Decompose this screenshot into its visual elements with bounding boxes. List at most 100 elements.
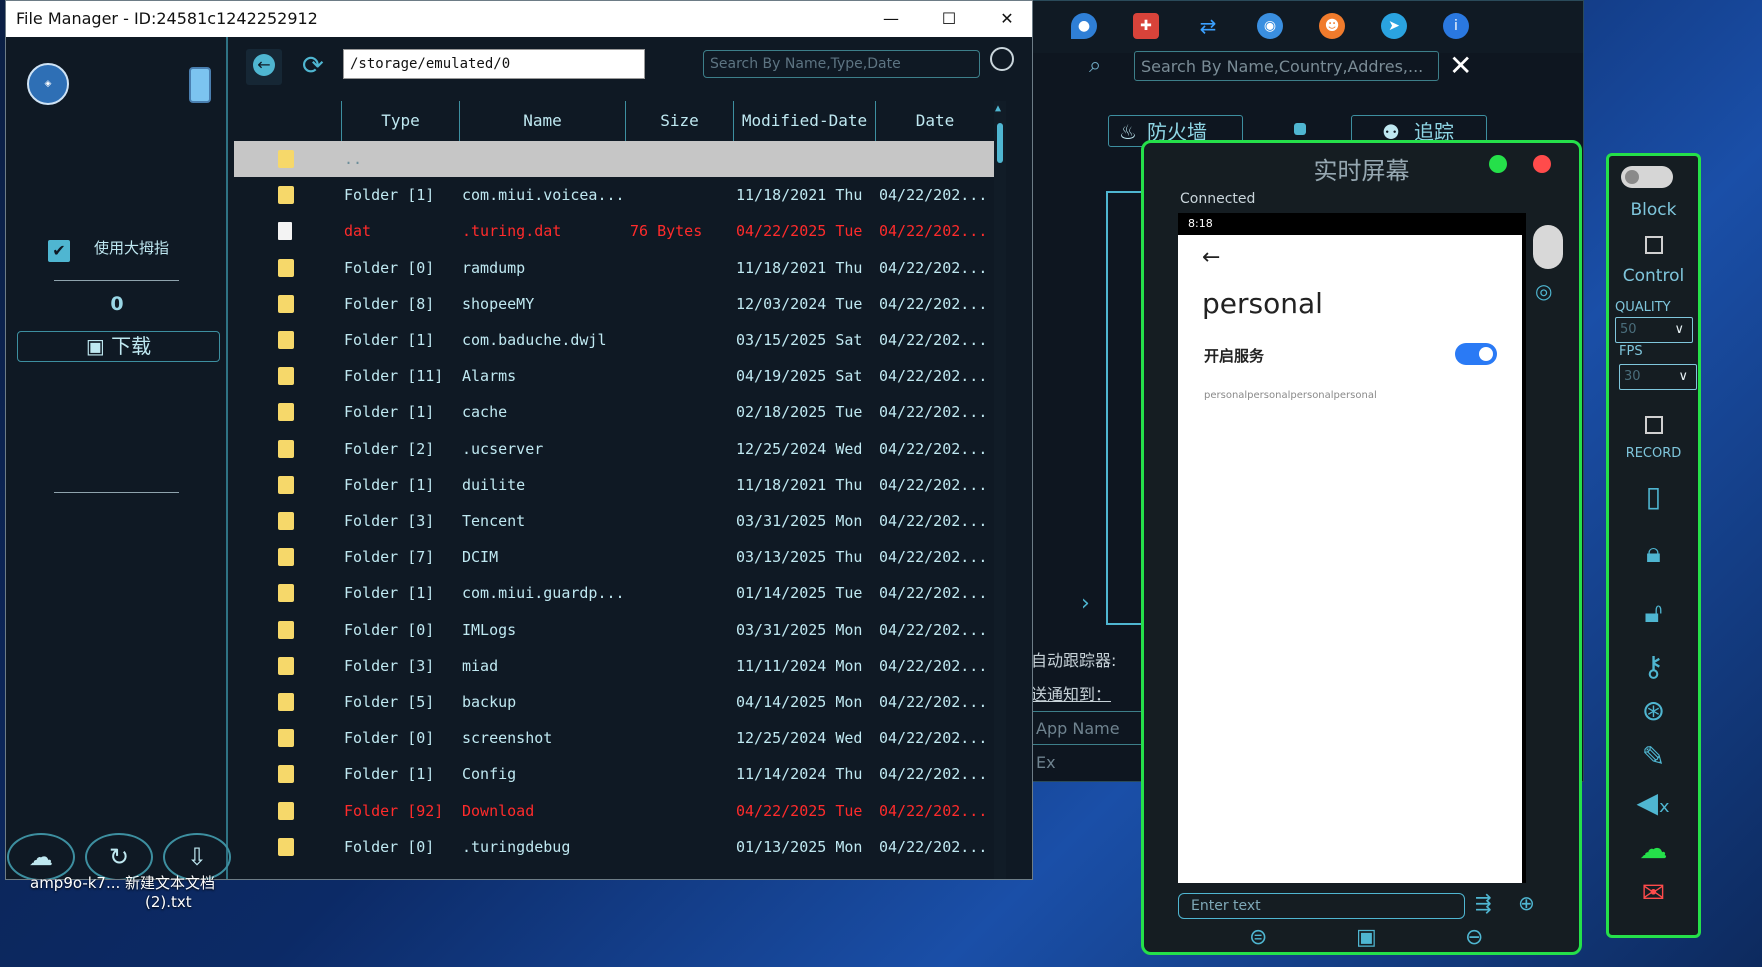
cell-date: 04/22/202...	[879, 837, 988, 856]
quality-value: 50	[1620, 322, 1637, 337]
record-label: RECORD	[1625, 446, 1682, 461]
expand-chevron-icon[interactable]: ›	[1081, 591, 1090, 616]
wechat-icon[interactable]: ☁	[1609, 832, 1698, 865]
send-icon[interactable]: ⇶	[1475, 891, 1492, 915]
shield-icon[interactable]: ✚	[1133, 13, 1159, 39]
maximize-dot-button[interactable]	[1489, 155, 1507, 173]
file-icon	[278, 222, 292, 241]
reload-icon[interactable]: ⟳	[302, 51, 324, 81]
back-button[interactable]: ←	[246, 49, 282, 85]
column-header-name[interactable]: Name	[459, 101, 625, 141]
app-name-input[interactable]: App Name Ex	[1031, 711, 1143, 772]
use-big-thumb-checkbox[interactable]: ✔	[48, 240, 70, 262]
table-row[interactable]: Folder [1] Config 11/14/2024 Thu 04/22/202.…	[234, 756, 994, 792]
table-row[interactable]: Folder [3] miad 11/11/2024 Mon 04/22/202...	[234, 648, 994, 684]
quality-select[interactable]: 50 ∨	[1615, 317, 1693, 343]
table-row[interactable]: Folder [11] Alarms 04/19/2025 Sat 04/22/202…	[234, 358, 994, 394]
location-icon[interactable]: ●	[1071, 13, 1097, 39]
phone-time: 8:18	[1188, 217, 1213, 230]
maximize-button[interactable]: ☐	[937, 7, 961, 31]
column-header-type[interactable]: Type	[341, 101, 459, 141]
table-row[interactable]: Folder [1] com.baduche.dwjl 03/15/2025 Sat…	[234, 322, 994, 358]
column-header-modified-date[interactable]: Modified-Date	[733, 101, 875, 141]
record-dot-icon[interactable]: ◎	[1535, 279, 1552, 303]
folder-icon	[278, 331, 294, 349]
unlock-icon[interactable]: 🔓︎	[1609, 596, 1698, 630]
table-row[interactable]: Folder [7] DCIM 03/13/2025 Thu 04/22/202...	[234, 539, 994, 575]
app-logo: ◈	[27, 63, 69, 105]
table-row[interactable]: Folder [0] ramdump 11/18/2021 Thu 04/22/202…	[234, 250, 994, 286]
cell-modified: 04/22/2025 Tue	[736, 222, 863, 241]
cell-modified: 12/25/2024 Wed	[736, 729, 863, 748]
globe-icon[interactable]: ⊕	[1518, 891, 1535, 915]
close-dot-button[interactable]	[1533, 155, 1551, 173]
phone-back-icon[interactable]: ←	[1202, 245, 1220, 270]
folder-icon	[278, 150, 294, 168]
background-search-input[interactable]: Search By Name,Country,Addres,...	[1134, 51, 1439, 81]
menu-circle-icon[interactable]: ⊜	[1249, 925, 1267, 950]
table-row[interactable]: Folder [1] com.miui.voicea... 11/18/2021 T…	[234, 177, 994, 213]
path-input[interactable]: /storage/emulated/0	[343, 49, 645, 79]
pattern-icon[interactable]: ⚷	[1609, 650, 1698, 683]
cell-type: Folder [0]	[344, 258, 435, 277]
vertical-scrollbar[interactable]: ▲	[994, 101, 1006, 879]
close-icon[interactable]: ✕	[1449, 49, 1472, 82]
info-icon[interactable]: i	[1443, 13, 1469, 39]
table-row[interactable]: Folder [2] .ucserver 12/25/2024 Wed 04/22/2…	[234, 431, 994, 467]
service-toggle[interactable]	[1455, 343, 1497, 365]
table-row[interactable]: Folder [1] duilite 11/18/2021 Thu 04/22/202…	[234, 467, 994, 503]
sync-icon[interactable]: ⇄	[1195, 13, 1221, 39]
search-icon[interactable]: ⌕	[1089, 53, 1101, 78]
chrome-icon[interactable]: ◉	[1257, 13, 1283, 39]
desktop-icon-label[interactable]: amp9o-k7... 新建文本文档	[30, 872, 215, 893]
lock-icon[interactable]: 🔒︎	[1609, 536, 1698, 570]
home-square-icon[interactable]: ▣	[1356, 925, 1377, 950]
table-row[interactable]: Folder [1] com.miui.guardp... 01/14/2025 T…	[234, 575, 994, 611]
phone-content[interactable]: ← personal 开启服务 personalpersonalpersonal…	[1178, 235, 1522, 883]
search-icon[interactable]	[990, 47, 1014, 71]
chat-alert-icon[interactable]: ✉	[1609, 876, 1698, 909]
cell-name: IMLogs	[462, 620, 517, 639]
phone-screen[interactable]: 8:18 ← personal 开启服务 personalpersonalper…	[1178, 213, 1526, 883]
table-row[interactable]: Folder [92] Download 04/22/2025 Tue 04/22/2…	[234, 793, 994, 829]
table-row[interactable]: Folder [0] .turingdebug 01/13/2025 Mon 04/2…	[234, 829, 994, 865]
back-circle-icon[interactable]: ⊖	[1465, 925, 1483, 950]
close-button[interactable]: ✕	[995, 7, 1019, 31]
table-row[interactable]: Folder [1] cache 02/18/2025 Tue 04/22/202..…	[234, 394, 994, 430]
cell-modified: 04/19/2025 Sat	[736, 367, 863, 386]
enter-text-input[interactable]: Enter text	[1178, 893, 1465, 919]
table-row[interactable]: ..	[234, 141, 994, 177]
cell-date: 04/22/202...	[879, 693, 988, 711]
column-header-size[interactable]: Size	[625, 101, 733, 141]
table-row[interactable]: Folder [5] backup 04/14/2025 Mon 04/22/202.…	[234, 684, 994, 720]
download-button[interactable]: ▣ 下载	[17, 331, 220, 362]
cell-modified: 03/15/2025 Sat	[736, 331, 863, 349]
fps-select[interactable]: 30 ∨	[1619, 364, 1697, 390]
fox-icon[interactable]: ☻	[1319, 13, 1345, 39]
cell-date: 04/22/202...	[879, 403, 988, 422]
desktop-icon-label[interactable]: (2).txt	[145, 893, 192, 911]
scroll-up-icon[interactable]: ▲	[995, 103, 1001, 114]
divider	[54, 280, 179, 281]
fingerprint-icon[interactable]: ⊛	[1609, 694, 1698, 727]
table-row[interactable]: Folder [3] Tencent 03/31/2025 Mon 04/22/202…	[234, 503, 994, 539]
control-checkbox[interactable]	[1645, 236, 1663, 254]
telegram-icon[interactable]: ➤	[1381, 13, 1407, 39]
indicator-dot	[1294, 123, 1306, 135]
file-search-input[interactable]: Search By Name,Type,Date	[703, 50, 980, 78]
mute-icon[interactable]: ◀ₓ	[1609, 786, 1698, 819]
scrollbar-thumb[interactable]	[997, 123, 1003, 163]
live-scroll-thumb[interactable]	[1533, 225, 1563, 269]
column-header-date[interactable]: Date	[875, 101, 994, 141]
phone-outline-icon[interactable]: ▯	[1609, 480, 1698, 513]
cell-modified: 12/03/2024 Tue	[736, 294, 863, 313]
pen-icon[interactable]: ✎	[1609, 740, 1698, 773]
table-row[interactable]: Folder [0] IMLogs 03/31/2025 Mon 04/22/202.…	[234, 612, 994, 648]
phone-small-text: personalpersonalpersonalpersonal	[1204, 390, 1377, 401]
minimize-button[interactable]: —	[879, 7, 903, 31]
table-row[interactable]: Folder [0] screenshot 12/25/2024 Wed 04/22/…	[234, 720, 994, 756]
record-checkbox[interactable]	[1645, 416, 1663, 434]
cell-type: Folder [1]	[344, 475, 435, 494]
table-row[interactable]: dat .turing.dat 76 Bytes 04/22/2025 Tue 04/2…	[234, 213, 994, 249]
table-row[interactable]: Folder [8] shopeeMY 12/03/2024 Tue 04/22/20…	[234, 286, 994, 322]
